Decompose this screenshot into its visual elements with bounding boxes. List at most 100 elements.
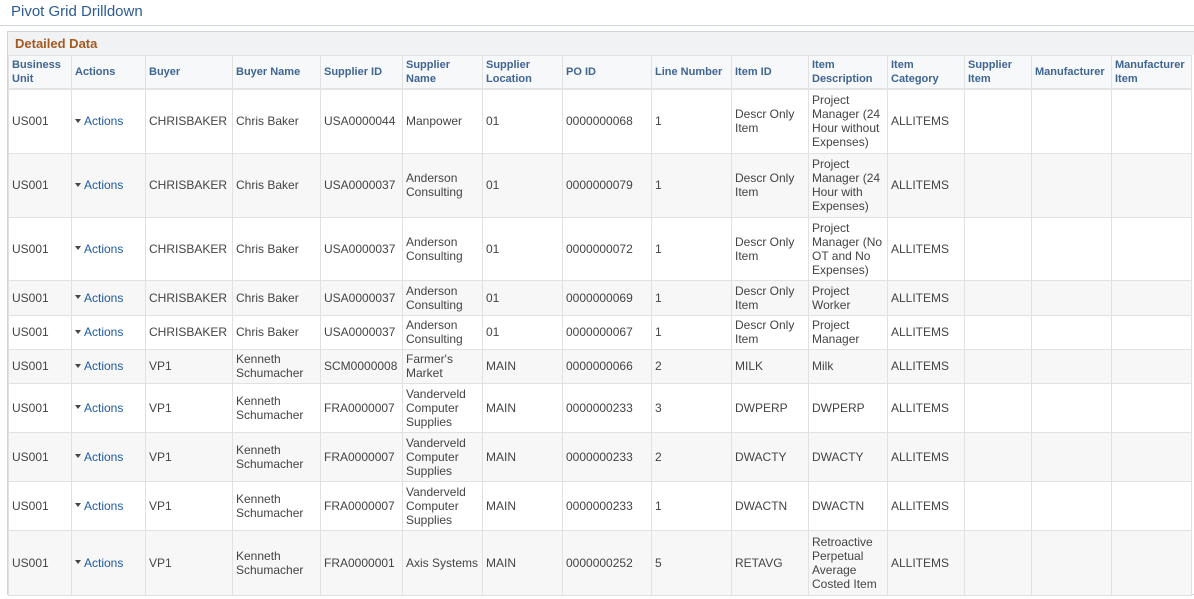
cell-manufacturer xyxy=(1031,152,1112,218)
cell-supplier-location: 01 xyxy=(482,216,563,281)
cell-buyer-name: Chris Baker xyxy=(232,88,321,154)
cell-business-unit: US001 xyxy=(8,216,72,281)
actions-label: Actions xyxy=(84,178,124,192)
cell-business-unit: US001 xyxy=(8,529,72,596)
cell-buyer-name: Kenneth Schumacher xyxy=(232,529,321,596)
cell-supplier-name: Vanderveld Computer Supplies xyxy=(402,382,483,433)
cell-supplier-name: Vanderveld Computer Supplies xyxy=(402,480,483,531)
actions-menu-link[interactable]: Actions xyxy=(75,325,123,339)
caret-down-icon xyxy=(75,503,81,508)
caret-down-icon xyxy=(75,119,81,124)
column-header-buyer[interactable]: Buyer xyxy=(145,55,233,90)
actions-label: Actions xyxy=(84,241,124,256)
column-header-manufacturer[interactable]: Manufacturer xyxy=(1031,55,1112,90)
actions-menu-link[interactable]: Actions xyxy=(75,359,123,373)
column-header-item-id[interactable]: Item ID xyxy=(731,55,809,90)
cell-supplier-item xyxy=(964,480,1032,531)
cell-actions: Actions xyxy=(71,88,146,154)
column-header-supplier-name[interactable]: Supplier Name xyxy=(402,55,483,90)
actions-label: Actions xyxy=(84,290,124,305)
column-header-po-id[interactable]: PO ID xyxy=(562,55,652,90)
actions-menu-link[interactable]: Actions xyxy=(75,450,123,464)
cell-supplier-id: FRA0000007 xyxy=(320,480,403,531)
actions-menu-link[interactable]: Actions xyxy=(75,178,123,192)
cell-business-unit: US001 xyxy=(8,348,72,384)
cell-supplier-item xyxy=(964,431,1032,482)
caret-down-icon xyxy=(75,295,81,300)
column-header-item-description[interactable]: Item Description xyxy=(808,55,888,90)
cell-actions: Actions xyxy=(71,431,146,482)
title-divider xyxy=(0,25,1194,26)
cell-manufacturer-item xyxy=(1111,431,1192,482)
cell-item-category: ALLITEMS xyxy=(887,152,965,218)
column-header-supplier-item[interactable]: Supplier Item xyxy=(964,55,1032,90)
table-row: US001 Actions VP1 Kenneth Schumacher SCM0000… xyxy=(8,348,1192,384)
cell-item-category: ALLITEMS xyxy=(887,480,965,531)
cell-line-number: 2 xyxy=(651,348,732,384)
cell-manufacturer xyxy=(1031,279,1112,316)
cell-item-category: ALLITEMS xyxy=(887,216,965,281)
cell-manufacturer-item xyxy=(1111,480,1192,531)
cell-supplier-id: USA0000037 xyxy=(320,152,403,218)
column-header-manufacturer-item[interactable]: Manufacturer Item xyxy=(1111,55,1192,90)
cell-business-unit: US001 xyxy=(8,88,72,154)
cell-supplier-id: SCM0000008 xyxy=(320,348,403,384)
cell-po-id: 0000000067 xyxy=(562,314,652,350)
cell-business-unit: US001 xyxy=(8,480,72,531)
caret-down-icon xyxy=(75,246,81,251)
column-header-line-number[interactable]: Line Number xyxy=(651,55,732,90)
cell-item-description: DWACTY xyxy=(808,431,888,482)
column-header-business-unit[interactable]: Business Unit xyxy=(8,55,72,90)
cell-supplier-item xyxy=(964,529,1032,596)
cell-item-description: Project Manager (No OT and No Expenses) xyxy=(808,216,888,281)
cell-supplier-id: USA0000044 xyxy=(320,88,403,154)
cell-item-category: ALLITEMS xyxy=(887,88,965,154)
actions-label: Actions xyxy=(84,114,124,129)
cell-item-id: DWACTY xyxy=(731,431,809,482)
actions-menu-link[interactable]: Actions xyxy=(75,556,123,570)
cell-buyer-name: Kenneth Schumacher xyxy=(232,431,321,482)
actions-menu-link[interactable]: Actions xyxy=(75,499,123,513)
actions-menu-link[interactable]: Actions xyxy=(75,401,123,415)
cell-po-id: 0000000233 xyxy=(562,480,652,531)
cell-line-number: 1 xyxy=(651,152,732,218)
cell-item-category: ALLITEMS xyxy=(887,529,965,596)
cell-business-unit: US001 xyxy=(8,279,72,316)
cell-manufacturer-item xyxy=(1111,314,1192,350)
cell-item-category: ALLITEMS xyxy=(887,348,965,384)
cell-business-unit: US001 xyxy=(8,152,72,218)
cell-manufacturer xyxy=(1031,382,1112,433)
column-header-supplier-id[interactable]: Supplier ID xyxy=(320,55,403,90)
column-header-buyer-name[interactable]: Buyer Name xyxy=(232,55,321,90)
cell-actions: Actions xyxy=(71,382,146,433)
cell-supplier-name: Anderson Consulting xyxy=(402,152,483,218)
actions-menu-link[interactable]: Actions xyxy=(75,242,123,256)
cell-po-id: 0000000233 xyxy=(562,382,652,433)
cell-supplier-item xyxy=(964,216,1032,281)
cell-buyer: CHRISBAKER xyxy=(145,152,233,218)
cell-supplier-item xyxy=(964,314,1032,350)
cell-supplier-item xyxy=(964,279,1032,316)
cell-po-id: 0000000069 xyxy=(562,279,652,316)
cell-buyer: VP1 xyxy=(145,431,233,482)
cell-line-number: 3 xyxy=(651,382,732,433)
cell-supplier-id: FRA0000007 xyxy=(320,431,403,482)
column-header-item-category[interactable]: Item Category xyxy=(887,55,965,90)
actions-label: Actions xyxy=(84,325,124,339)
column-header-supplier-location[interactable]: Supplier Location xyxy=(482,55,563,90)
cell-business-unit: US001 xyxy=(8,382,72,433)
table-row: US001 Actions CHRISBAKER Chris Baker USA0000… xyxy=(8,152,1192,218)
table-row: US001 Actions CHRISBAKER Chris Baker USA0000… xyxy=(8,216,1192,281)
cell-line-number: 1 xyxy=(651,480,732,531)
cell-supplier-name: Anderson Consulting xyxy=(402,314,483,350)
actions-menu-link[interactable]: Actions xyxy=(75,291,123,305)
actions-label: Actions xyxy=(84,555,124,570)
cell-manufacturer-item xyxy=(1111,216,1192,281)
cell-manufacturer xyxy=(1031,216,1112,281)
actions-menu-link[interactable]: Actions xyxy=(75,114,123,128)
cell-buyer-name: Chris Baker xyxy=(232,216,321,281)
cell-item-id: Descr Only Item xyxy=(731,216,809,281)
column-header-actions: Actions xyxy=(71,55,146,90)
cell-item-id: Descr Only Item xyxy=(731,314,809,350)
cell-manufacturer-item xyxy=(1111,88,1192,154)
